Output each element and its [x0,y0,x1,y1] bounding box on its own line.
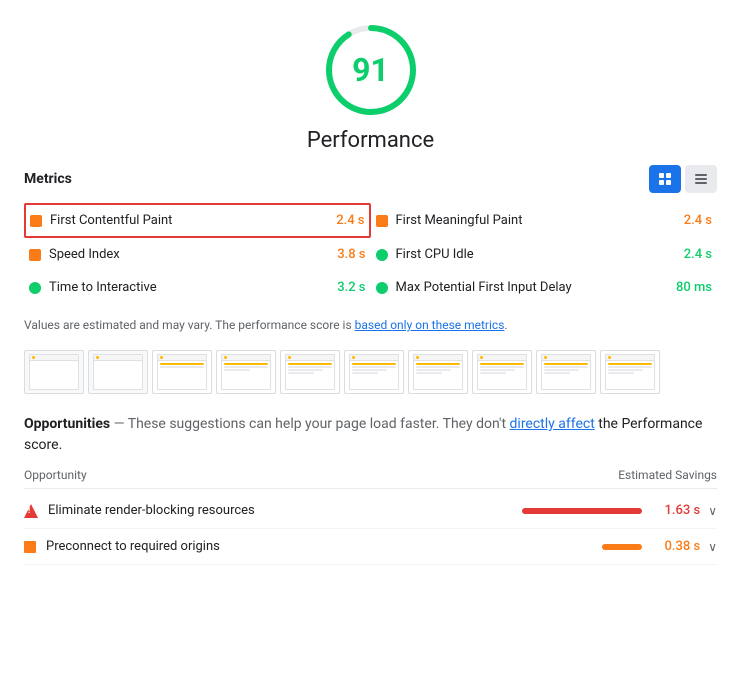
score-value: 91 [352,51,389,89]
metric-value-mpfid: 80 ms [676,280,712,295]
metrics-title: Metrics [24,171,72,187]
metric-max-potential-fid: Max Potential First Input Delay 80 ms [371,271,718,304]
metric-name-tti: Time to Interactive [49,280,329,295]
metric-dot-mpfid [376,282,388,294]
score-circle: 91 [321,20,421,120]
filmstrip-frame-1 [24,350,84,394]
filmstrip-frame-10 [600,350,660,394]
metric-value-fci: 2.4 s [684,247,712,262]
savings-col-header: Estimated Savings [618,468,717,482]
filmstrip-frame-8 [472,350,532,394]
opportunity-savings-2: 0.38 s [650,539,700,554]
metric-name-fmp: First Meaningful Paint [396,213,676,228]
square-orange-icon [24,541,36,553]
opportunity-bar-1 [522,508,642,514]
filmstrip-frame-5 [280,350,340,394]
opportunity-column-headers: Opportunity Estimated Savings [24,462,717,489]
filmstrip-frame-4 [216,350,276,394]
metric-speed-index: Speed Index 3.8 s [24,238,371,271]
opportunities-description: — These suggestions can help your page l… [110,416,509,432]
opportunity-eliminate-render-blocking[interactable]: ! Eliminate render-blocking resources 1.… [24,493,717,529]
filmstrip-frame-6 [344,350,404,394]
opportunity-preconnect-origins[interactable]: Preconnect to required origins 0.38 s ∨ [24,529,717,565]
metric-dot-fci [376,249,388,261]
metric-first-cpu-idle: First CPU Idle 2.4 s [371,238,718,271]
metrics-header: Metrics [24,165,717,193]
metric-first-contentful-paint: First Contentful Paint 2.4 s [24,203,371,238]
metric-first-meaningful-paint: First Meaningful Paint 2.4 s [371,203,718,238]
metric-name-fcp: First Contentful Paint [50,213,328,228]
metric-value-tti: 3.2 s [337,280,365,295]
opportunity-name-2: Preconnect to required origins [46,539,592,554]
metric-name-si: Speed Index [49,247,329,262]
metric-dot-tti [29,282,41,294]
metric-dot-fcp [30,215,42,227]
opportunity-bar-area-1: 1.63 s ∨ [522,503,717,518]
metric-dot-fmp [376,215,388,227]
list-view-button[interactable] [685,165,717,193]
metric-value-fmp: 2.4 s [684,213,712,228]
metric-dot-si [29,249,41,261]
chevron-down-icon-2: ∨ [708,540,717,554]
score-section: 91 Performance [24,20,717,153]
chevron-down-icon-1: ∨ [708,504,717,518]
opportunities-title: Opportunities [24,416,110,432]
metrics-grid: First Contentful Paint 2.4 s First Meani… [24,203,717,304]
directly-affect-link[interactable]: directly affect [510,416,595,432]
filmstrip-frame-3 [152,350,212,394]
disclaimer: Values are estimated and may vary. The p… [24,316,717,334]
performance-label: Performance [307,128,434,153]
metric-time-to-interactive: Time to Interactive 3.2 s [24,271,371,304]
opportunity-col-header: Opportunity [24,468,87,482]
metric-value-fcp: 2.4 s [336,213,364,228]
metric-name-fci: First CPU Idle [396,247,676,262]
opportunity-bar-area-2: 0.38 s ∨ [602,539,717,554]
opportunity-name-1: Eliminate render-blocking resources [48,503,512,518]
warning-triangle-icon: ! [24,504,38,518]
opportunity-bar-2 [602,544,642,550]
metric-value-si: 3.8 s [337,247,365,262]
opportunity-savings-1: 1.63 s [650,503,700,518]
metric-name-mpfid: Max Potential First Input Delay [396,280,668,295]
filmstrip-frame-7 [408,350,468,394]
grid-view-button[interactable] [649,165,681,193]
metrics-link[interactable]: based only on these metrics [355,318,505,332]
filmstrip [24,350,717,394]
filmstrip-frame-2 [88,350,148,394]
view-toggle [649,165,717,193]
filmstrip-frame-9 [536,350,596,394]
opportunities-header: Opportunities — These suggestions can he… [24,414,717,456]
